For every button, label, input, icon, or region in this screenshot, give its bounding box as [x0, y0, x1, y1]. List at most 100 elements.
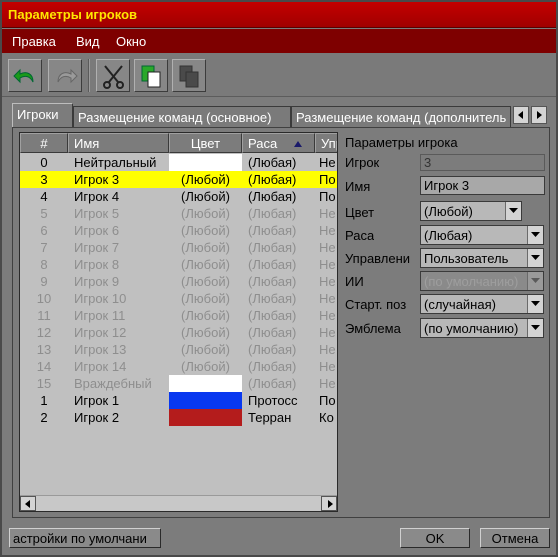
menu-edit[interactable]: Правка: [12, 34, 56, 49]
scroll-left-button[interactable]: [20, 496, 36, 511]
chevron-down-icon[interactable]: [527, 226, 543, 244]
table-row[interactable]: 15 Враждебный (Любая) Не: [20, 375, 337, 392]
table-row[interactable]: 11 Игрок 11 (Любой) (Любая) Не: [20, 307, 337, 324]
start-position-label: Старт. поз: [345, 297, 407, 312]
race-select-value: (Любая): [424, 228, 473, 243]
ai-select-value: (по умолчанию): [424, 274, 519, 289]
control-label: Управлени: [345, 251, 411, 266]
cell-race: (Любая): [248, 376, 297, 391]
cell-color: (Любой): [181, 206, 230, 221]
cell-name: Игрок 8: [74, 257, 120, 272]
ai-label: ИИ: [345, 274, 364, 289]
table-header: # Имя Цвет Раса Упр: [20, 133, 337, 153]
tab-players[interactable]: Игроки: [12, 103, 73, 129]
cell-control: По: [319, 393, 336, 408]
cell-color: (Любой): [181, 359, 230, 374]
cell-number: 15: [36, 376, 52, 391]
table-row[interactable]: 6 Игрок 6 (Любой) (Любая) Не: [20, 222, 337, 239]
cell-race: (Любая): [248, 342, 297, 357]
cell-color: (Любой): [181, 342, 230, 357]
cell-number: 12: [36, 325, 52, 340]
tab-team-placement-main[interactable]: Размещение команд (основное): [73, 106, 291, 128]
race-label: Раса: [345, 228, 375, 243]
tab-scroll-left-button[interactable]: [513, 106, 529, 124]
cell-control: Не: [319, 359, 336, 374]
emblem-select[interactable]: (по умолчанию): [420, 318, 544, 338]
chevron-down-icon[interactable]: [527, 249, 543, 267]
table-row[interactable]: 13 Игрок 13 (Любой) (Любая) Не: [20, 341, 337, 358]
cell-color: (Любой): [181, 240, 230, 255]
col-header-control[interactable]: Упр: [315, 133, 337, 153]
scroll-right-button[interactable]: [321, 496, 337, 511]
table-row[interactable]: 10 Игрок 10 (Любой) (Любая) Не: [20, 290, 337, 307]
arrow-right-icon: [537, 111, 542, 119]
cell-color: (Любой): [181, 223, 230, 238]
cell-color: (Любой): [181, 274, 230, 289]
col-header-name[interactable]: Имя: [68, 133, 169, 153]
chevron-down-icon[interactable]: [505, 202, 521, 220]
chevron-down-icon[interactable]: [527, 319, 543, 337]
horizontal-scrollbar[interactable]: [20, 495, 337, 511]
chevron-down-icon[interactable]: [527, 295, 543, 313]
cell-number: 4: [40, 189, 48, 204]
control-select[interactable]: Пользователь: [420, 248, 544, 268]
table-row[interactable]: 7 Игрок 7 (Любой) (Любая) Не: [20, 239, 337, 256]
table-row[interactable]: 12 Игрок 12 (Любой) (Любая) Не: [20, 324, 337, 341]
paste-icon: [179, 65, 199, 88]
name-field[interactable]: Игрок 3: [420, 176, 545, 195]
menu-window[interactable]: Окно: [116, 34, 146, 49]
players-table[interactable]: # Имя Цвет Раса Упр 0 Нейтральный (Любая) Н…: [19, 132, 338, 512]
cell-name: Игрок 1: [74, 393, 120, 408]
color-swatch: [169, 392, 242, 409]
race-select[interactable]: (Любая): [420, 225, 544, 245]
cell-name: Игрок 5: [74, 206, 120, 221]
arrow-left-icon: [25, 500, 30, 508]
table-row[interactable]: 3 Игрок 3 (Любой) (Любая) По: [20, 171, 337, 188]
cell-number: 7: [40, 240, 48, 255]
cell-color: (Любой): [181, 189, 230, 204]
start-position-select[interactable]: (случайная): [420, 294, 544, 314]
undo-button[interactable]: [8, 59, 42, 92]
emblem-select-value: (по умолчанию): [424, 321, 519, 336]
name-label: Имя: [345, 179, 371, 194]
cell-number: 5: [40, 206, 48, 221]
cell-name: Враждебный: [74, 376, 152, 391]
paste-button[interactable]: [172, 59, 206, 92]
cell-color: (Любой): [181, 257, 230, 272]
cut-button[interactable]: [96, 59, 130, 92]
table-row[interactable]: 1 Игрок 1 Протосс По: [20, 392, 337, 409]
table-row[interactable]: 8 Игрок 8 (Любой) (Любая) Не: [20, 256, 337, 273]
col-header-color[interactable]: Цвет: [169, 133, 242, 153]
cell-name: Игрок 13: [74, 342, 127, 357]
cell-control: Не: [319, 155, 336, 170]
title-bar[interactable]: Параметры игроков: [2, 2, 556, 28]
tab-team-placement-extra[interactable]: Размещение команд (дополнитель: [291, 106, 511, 128]
table-row[interactable]: 0 Нейтральный (Любая) Не: [20, 154, 337, 171]
cell-control: Не: [319, 274, 336, 289]
player-params-title: Параметры игрока: [345, 135, 458, 150]
cell-race: (Любая): [248, 172, 297, 187]
table-row[interactable]: 2 Игрок 2 Терран Ко: [20, 409, 337, 426]
table-row[interactable]: 4 Игрок 4 (Любой) (Любая) По: [20, 188, 337, 205]
cell-name: Игрок 3: [74, 172, 120, 187]
redo-button[interactable]: [48, 59, 82, 92]
cell-control: Не: [319, 257, 336, 272]
color-select[interactable]: (Любой): [420, 201, 522, 221]
copy-button[interactable]: [134, 59, 168, 92]
cell-race: (Любая): [248, 325, 297, 340]
arrow-left-icon: [518, 111, 523, 119]
col-header-race[interactable]: Раса: [242, 133, 315, 153]
table-row[interactable]: 5 Игрок 5 (Любой) (Любая) Не: [20, 205, 337, 222]
col-header-number[interactable]: #: [20, 133, 68, 153]
cell-control: Не: [319, 376, 336, 391]
tab-scroll-right-button[interactable]: [531, 106, 547, 124]
table-row[interactable]: 14 Игрок 14 (Любой) (Любая) Не: [20, 358, 337, 375]
table-row[interactable]: 9 Игрок 9 (Любой) (Любая) Не: [20, 273, 337, 290]
cell-control: По: [319, 172, 336, 187]
cell-race: (Любая): [248, 308, 297, 323]
ok-button[interactable]: OK: [400, 528, 470, 548]
menu-view[interactable]: Вид: [76, 34, 100, 49]
cancel-button[interactable]: Отмена: [480, 528, 550, 548]
control-select-value: Пользователь: [424, 251, 509, 266]
restore-defaults-button[interactable]: астройки по умолчани: [9, 528, 161, 548]
